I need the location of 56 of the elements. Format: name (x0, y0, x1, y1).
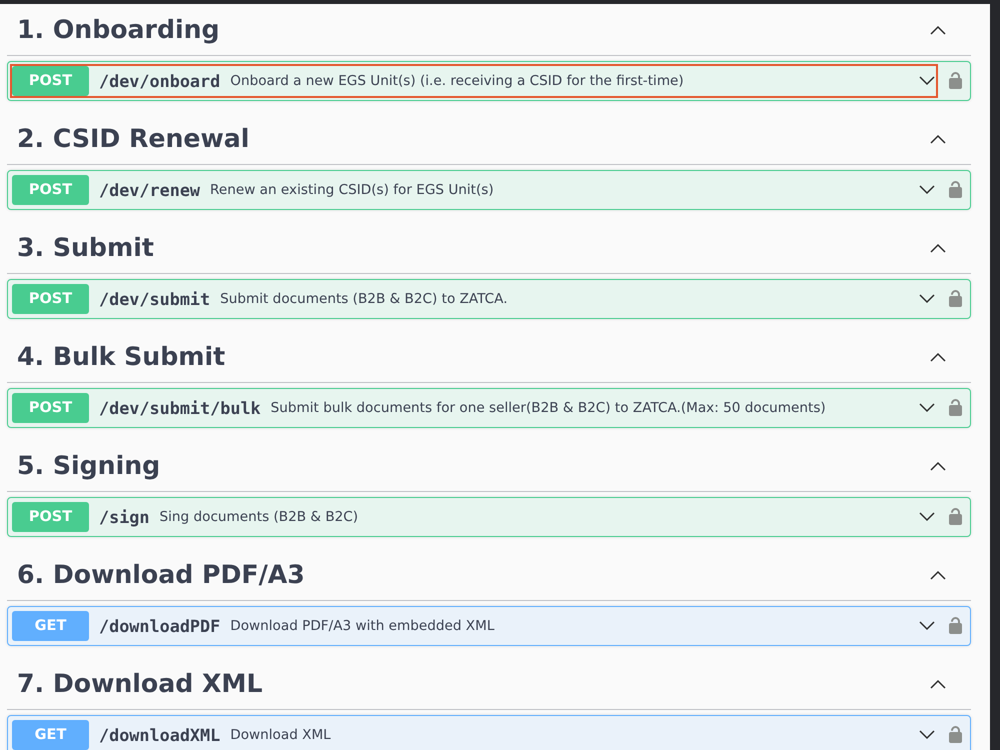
unlocked-padlock-icon[interactable] (949, 72, 962, 89)
endpoint-path: /sign (99, 506, 150, 526)
endpoint-path: /dev/onboard (99, 70, 220, 90)
chevron-down-icon[interactable] (919, 620, 935, 630)
section-heading[interactable]: 4. Bulk Submit (17, 342, 930, 372)
endpoint-description: Renew an existing CSID(s) for EGS Unit(s) (210, 182, 494, 198)
endpoint-path: /downloadPDF (99, 616, 220, 636)
endpoint-description: Download XML (230, 726, 331, 742)
chevron-down-icon[interactable] (919, 294, 935, 304)
chevron-down-icon[interactable] (919, 76, 935, 86)
section-heading[interactable]: 3. Submit (17, 232, 930, 262)
method-badge: GET (12, 610, 89, 640)
chevron-down-icon[interactable] (919, 402, 935, 412)
section-heading[interactable]: 5. Signing (17, 450, 930, 480)
endpoint-path: /dev/submit (99, 288, 210, 308)
endpoint-toggle[interactable]: GET /downloadXML Download XML (12, 720, 936, 750)
chevron-up-icon[interactable] (930, 24, 946, 34)
endpoint-toggle[interactable]: POST /dev/submit/bulk Submit bulk documents for one seller(B2B & B2C) to ZATCA.(Max: 50 documents) (12, 392, 936, 422)
unlocked-padlock-icon[interactable] (949, 617, 962, 634)
endpoint-description: Sing documents (B2B & B2C) (160, 508, 358, 524)
endpoint-description: Submit documents (B2B & B2C) to ZATCA. (220, 290, 508, 306)
chevron-up-icon[interactable] (930, 570, 946, 580)
section-heading[interactable]: 7. Download XML (17, 668, 930, 698)
endpoint-path: /dev/submit/bulk (99, 398, 261, 418)
unlocked-padlock-icon[interactable] (949, 290, 962, 307)
endpoint-toggle[interactable]: POST /dev/onboard Onboard a new EGS Unit(s) (i.e. receiving a CSID for the first-time) (12, 66, 936, 96)
method-badge: POST (12, 502, 89, 532)
endpoint-path: /downloadXML (99, 724, 220, 744)
chevron-up-icon[interactable] (930, 460, 946, 470)
chevron-down-icon[interactable] (919, 730, 935, 740)
chevron-up-icon[interactable] (930, 678, 946, 688)
endpoint-toggle[interactable]: POST /sign Sing documents (B2B & B2C) (12, 502, 936, 532)
method-badge: GET (12, 720, 89, 750)
endpoint-description: Download PDF/A3 with embedded XML (230, 618, 494, 634)
chevron-down-icon[interactable] (919, 512, 935, 522)
section-heading[interactable]: 1. Onboarding (17, 14, 930, 44)
method-badge: POST (12, 66, 89, 96)
method-badge: POST (12, 392, 89, 422)
unlocked-padlock-icon[interactable] (949, 399, 962, 416)
endpoint-toggle[interactable]: POST /dev/renew Renew an existing CSID(s) for EGS Unit(s) (12, 174, 936, 204)
endpoint-path: /dev/renew (99, 180, 200, 200)
method-badge: POST (12, 284, 89, 314)
unlocked-padlock-icon[interactable] (949, 181, 962, 198)
endpoint-toggle[interactable]: POST /dev/submit Submit documents (B2B & B2C) to ZATCA. (12, 284, 936, 314)
chevron-up-icon[interactable] (930, 134, 946, 144)
method-badge: POST (12, 174, 89, 204)
section-heading[interactable]: 6. Download PDF/A3 (17, 560, 930, 590)
unlocked-padlock-icon[interactable] (949, 508, 962, 525)
section-heading[interactable]: 2. CSID Renewal (17, 124, 930, 154)
chevron-up-icon[interactable] (930, 352, 946, 362)
endpoint-description: Submit bulk documents for one seller(B2B & B2C) to ZATCA.(Max: 50 documents) (270, 400, 826, 416)
endpoint-description: Onboard a new EGS Unit(s) (i.e. receiving a CSID for the first-time) (230, 72, 684, 88)
chevron-up-icon[interactable] (930, 242, 946, 252)
unlocked-padlock-icon[interactable] (949, 726, 962, 743)
chevron-down-icon[interactable] (919, 184, 935, 194)
endpoint-toggle[interactable]: GET /downloadPDF Download PDF/A3 with embedded XML (12, 610, 936, 640)
